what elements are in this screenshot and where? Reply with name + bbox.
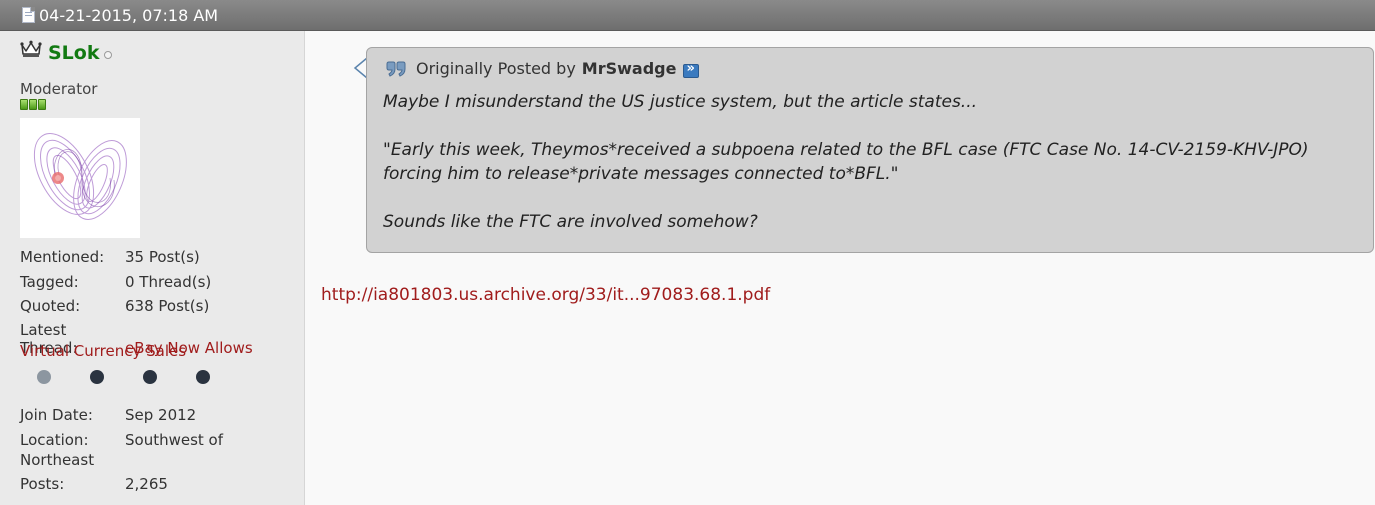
quote-line: Maybe I misunderstand the US justice sys… <box>383 92 978 112</box>
award-dot-icon[interactable] <box>90 370 104 384</box>
stat-value[interactable]: 35 Post(s) <box>125 248 200 266</box>
stat-location: Location: Southwest of <box>20 431 223 449</box>
award-dot-icon[interactable] <box>196 370 210 384</box>
user-title: Moderator <box>20 80 98 98</box>
offline-status-icon <box>104 51 112 59</box>
stat-value: Sep 2012 <box>125 406 197 424</box>
reputation-pip-icon <box>29 99 37 110</box>
reputation-pip-icon <box>20 99 28 110</box>
moderator-crown-icon <box>20 40 42 57</box>
post-datetime: 04-21-2015, 07:18 AM <box>39 5 219 25</box>
award-dot-icon[interactable] <box>143 370 157 384</box>
reputation-pip-icon <box>38 99 46 110</box>
stat-label: Join Date: <box>20 406 93 424</box>
stat-value[interactable]: 638 Post(s) <box>125 297 209 315</box>
quote-block: Originally Posted by MrSwadge Maybe I mi… <box>366 47 1374 253</box>
stat-posts: Posts: 2,265 <box>20 475 168 493</box>
stat-label: Mentioned: <box>20 248 105 266</box>
quote-prefix: Originally Posted by <box>416 59 576 78</box>
stat-label: Tagged: <box>20 273 79 291</box>
latest-thread-link-continued[interactable]: Virtual Currency Sales <box>20 342 186 360</box>
stat-location-continued: Northeast <box>20 451 95 469</box>
stat-join-date: Join Date: Sep 2012 <box>20 406 196 424</box>
stat-mentioned: Mentioned: 35 Post(s) <box>20 248 200 266</box>
quote-poster: MrSwadge <box>581 59 677 78</box>
reputation-bar <box>20 99 46 110</box>
post-header: 04-21-2015, 07:18 AM <box>0 0 1375 31</box>
award-dots <box>37 370 210 384</box>
archive-pdf-link[interactable]: http://ia801803.us.archive.org/33/it...9… <box>321 285 770 305</box>
stat-label: Location: <box>20 431 89 449</box>
avatar[interactable] <box>20 118 140 238</box>
document-icon <box>22 7 35 23</box>
stat-tagged: Tagged: 0 Thread(s) <box>20 273 211 291</box>
username-link[interactable]: SLok <box>48 42 99 64</box>
quote-text: Maybe I misunderstand the US justice sys… <box>383 90 1357 258</box>
stat-label: Quoted: <box>20 297 81 315</box>
lorenz-attractor-avatar <box>33 133 127 220</box>
stat-value: Southwest of <box>125 431 224 449</box>
stat-label: Posts: <box>20 475 65 493</box>
quote-header: Originally Posted by MrSwadge <box>385 59 700 78</box>
stat-value: 2,265 <box>125 475 168 493</box>
stat-quoted: Quoted: 638 Post(s) <box>20 297 209 315</box>
quote-line: "Early this week, Theymos*received a sub… <box>383 140 1309 160</box>
quote-line: Sounds like the FTC are involved somehow… <box>383 212 758 232</box>
award-dot-icon[interactable] <box>37 370 51 384</box>
user-info-panel: SLok Moderator Mentioned: 35 Post(s) Tag… <box>0 31 305 505</box>
quote-line: forcing him to release*private messages … <box>383 164 899 184</box>
quote-marks-icon <box>386 61 406 77</box>
view-post-icon[interactable] <box>683 61 700 78</box>
stat-value[interactable]: 0 Thread(s) <box>125 273 211 291</box>
